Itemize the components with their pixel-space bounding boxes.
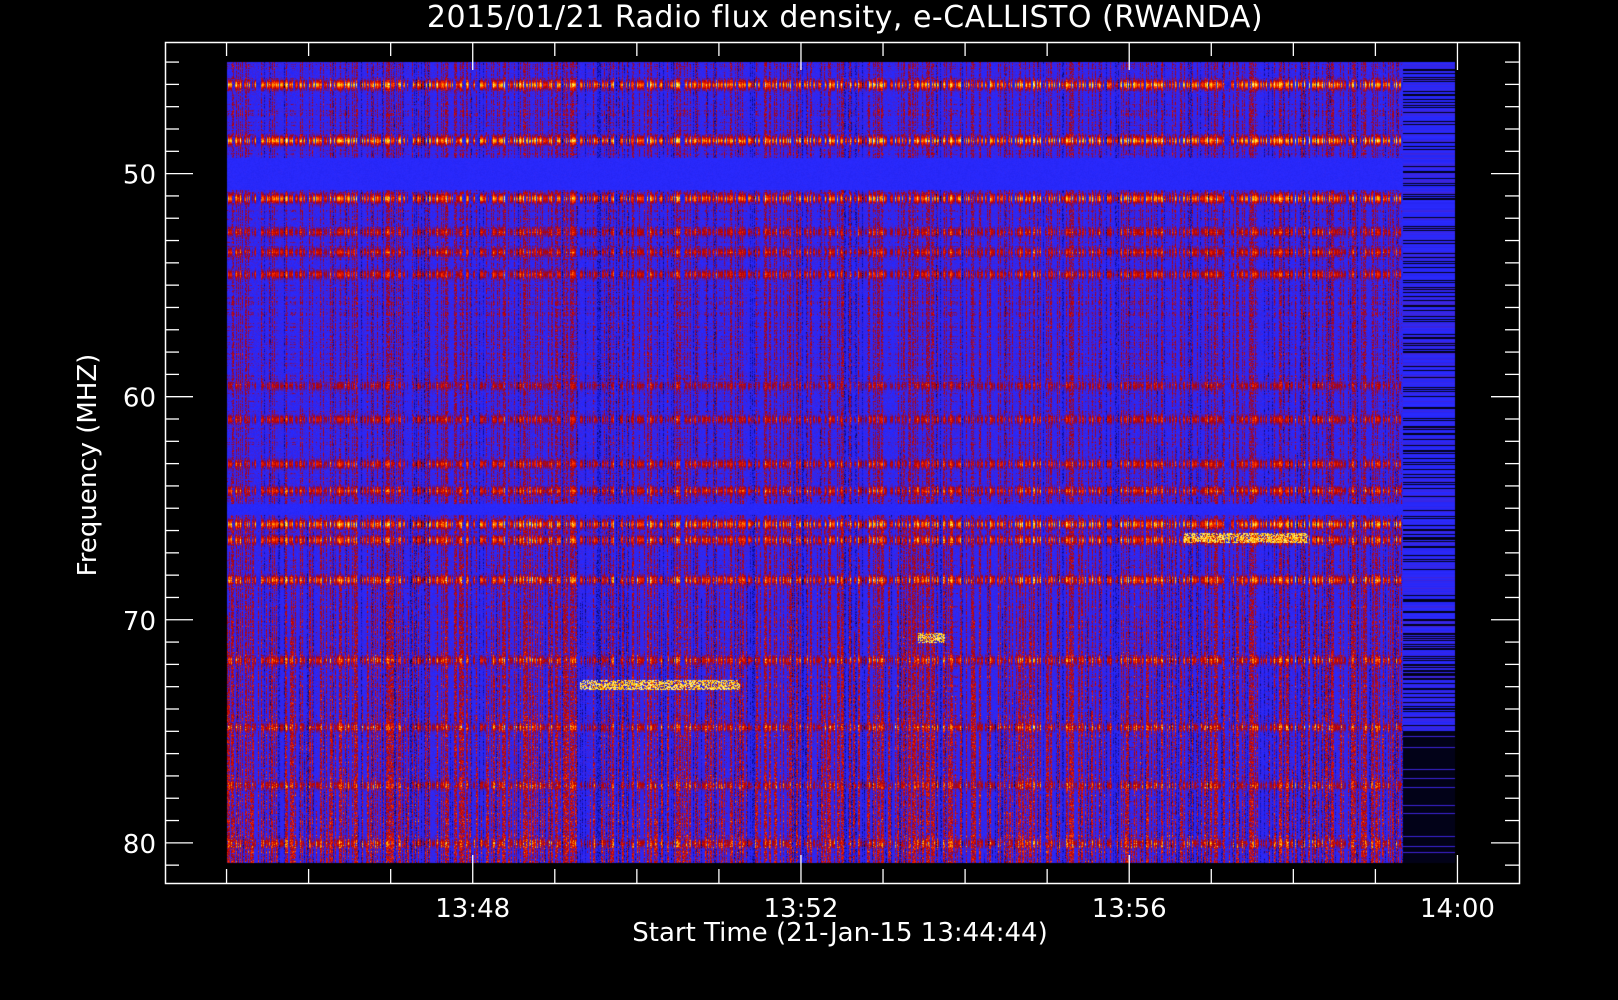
y-tick-label: 70 (123, 607, 156, 637)
chart-axes: 13:48 13:52 13:56 14:00 50 60 70 80 (123, 41, 1521, 924)
x-axis-ticks: 13:48 13:52 13:56 14:00 (225, 42, 1495, 924)
plot-frame (164, 41, 1521, 885)
y-tick-label: 60 (123, 384, 156, 414)
chart-title: 2015/01/21 Radio flux density, e-CALLIST… (426, 0, 1264, 35)
y-tick-label: 50 (123, 161, 156, 191)
x-axis-label: Start Time (21-Jan-15 13:44:44) (632, 918, 1048, 948)
y-axis-label: Frequency (MHZ) (73, 353, 103, 577)
y-axis-ticks: 50 60 70 80 (123, 61, 1519, 866)
y-tick-label: 80 (123, 830, 156, 860)
